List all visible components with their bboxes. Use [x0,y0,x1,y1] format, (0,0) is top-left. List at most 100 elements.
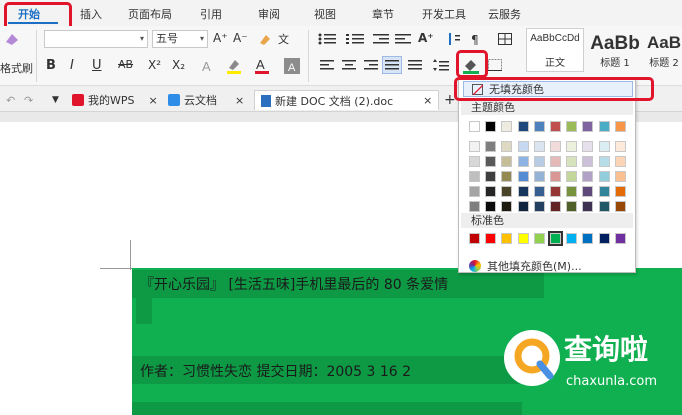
tab-page-layout[interactable]: 页面布局 [128,6,172,22]
theme-shade-swatch[interactable] [598,141,610,152]
theme-shade-swatch[interactable] [517,156,529,167]
close-icon[interactable]: × [235,94,244,107]
theme-shade-swatch[interactable] [485,156,497,167]
theme-shade-swatch[interactable] [501,186,513,197]
standard-color-swatch[interactable] [566,233,578,244]
theme-shade-swatch[interactable] [598,156,610,167]
tab-cloud-service[interactable]: 云服务 [488,6,521,22]
theme-shade-swatch[interactable] [582,141,594,152]
theme-shade-swatch[interactable] [566,201,578,212]
theme-shade-swatch[interactable] [598,201,610,212]
style-normal[interactable]: AaBbCcDd 正文 [526,28,584,72]
standard-color-swatch[interactable] [517,233,529,244]
theme-shade-swatch[interactable] [469,171,480,182]
table-icon[interactable] [496,32,514,46]
theme-shade-swatch[interactable] [598,171,610,182]
undo-icon[interactable]: ↶ [6,90,15,110]
theme-shade-swatch[interactable] [582,186,594,197]
tab-active-document[interactable]: 新建 DOC 文档 (2).doc × [254,90,440,110]
redo-icon[interactable]: ↷ [24,90,33,110]
tab-review[interactable]: 审阅 [258,6,280,22]
theme-shade-swatch[interactable] [469,141,480,152]
standard-color-swatch[interactable] [582,233,594,244]
theme-color-swatch[interactable] [533,121,545,132]
standard-color-swatch[interactable] [469,233,480,244]
standard-color-swatch[interactable] [548,231,563,246]
font-size-combo[interactable]: 五号 ▾ [152,30,208,48]
standard-color-swatch[interactable] [533,233,545,244]
theme-shade-swatch[interactable] [485,186,497,197]
increase-indent-icon[interactable] [394,32,412,46]
text-direction-button[interactable]: A⁺ [418,31,434,45]
format-painter-label[interactable]: 格式刷 [0,60,33,76]
decrease-indent-icon[interactable] [372,32,390,46]
standard-color-swatch[interactable] [485,233,497,244]
italic-button[interactable]: I [70,58,74,73]
theme-shade-swatch[interactable] [501,141,513,152]
theme-shade-swatch[interactable] [533,186,545,197]
theme-shade-swatch[interactable] [517,186,529,197]
theme-shade-swatch[interactable] [614,156,626,167]
theme-color-swatch[interactable] [517,121,529,132]
highlight-color-icon[interactable] [224,56,244,76]
numbered-list-icon[interactable] [344,32,368,46]
format-painter-icon[interactable] [2,32,22,46]
subscript-button[interactable]: X₂ [172,58,185,72]
underline-button[interactable]: U [92,58,102,73]
theme-shade-swatch[interactable] [550,141,561,152]
theme-shade-swatch[interactable] [485,201,497,212]
align-center-icon[interactable] [340,58,358,72]
tab-insert[interactable]: 插入 [80,6,102,22]
theme-shade-swatch[interactable] [598,186,610,197]
theme-shade-swatch[interactable] [485,171,497,182]
phonetic-guide-button[interactable]: 文 [278,31,289,47]
grow-font-button[interactable]: A⁺ [213,31,228,45]
theme-color-swatch[interactable] [485,121,497,132]
theme-shade-swatch[interactable] [533,201,545,212]
theme-color-swatch[interactable] [598,121,610,132]
justify-icon[interactable] [382,56,402,74]
font-color-icon[interactable]: A [252,56,272,76]
theme-shade-swatch[interactable] [582,156,594,167]
theme-color-swatch[interactable] [582,121,594,132]
more-fill-colors-option[interactable]: 其他填充颜色(M)... [469,258,582,274]
theme-shade-swatch[interactable] [469,201,480,212]
standard-color-swatch[interactable] [501,233,513,244]
distributed-align-icon[interactable] [406,58,424,72]
theme-shade-swatch[interactable] [469,156,480,167]
theme-shade-swatch[interactable] [566,156,578,167]
theme-shade-swatch[interactable] [533,141,545,152]
theme-shade-swatch[interactable] [485,141,497,152]
theme-shade-swatch[interactable] [501,156,513,167]
shrink-font-button[interactable]: A⁻ [233,31,248,45]
show-marks-icon[interactable]: ¶ [468,32,484,46]
char-shading-icon[interactable]: A [284,58,300,74]
theme-shade-swatch[interactable] [566,186,578,197]
theme-shade-swatch[interactable] [469,186,480,197]
theme-color-swatch[interactable] [501,121,513,132]
dropdown-icon[interactable]: ▼ [52,90,59,110]
tab-chapter[interactable]: 章节 [372,6,394,22]
close-icon[interactable]: × [149,94,158,107]
theme-color-swatch[interactable] [614,121,626,132]
borders-icon[interactable] [486,58,504,72]
theme-shade-swatch[interactable] [517,201,529,212]
theme-shade-swatch[interactable] [550,186,561,197]
theme-shade-swatch[interactable] [501,201,513,212]
theme-shade-swatch[interactable] [517,141,529,152]
clear-format-icon[interactable] [256,31,272,47]
theme-shade-swatch[interactable] [566,141,578,152]
tab-my-wps[interactable]: 我的WPS × [72,90,158,110]
strikethrough-button[interactable]: AB [118,58,133,71]
theme-color-swatch[interactable] [566,121,578,132]
theme-shade-swatch[interactable] [614,186,626,197]
theme-shade-swatch[interactable] [582,201,594,212]
font-name-combo[interactable]: ▾ [44,30,148,48]
theme-color-swatch[interactable] [469,121,480,132]
line-spacing-icon[interactable] [432,58,450,72]
theme-shade-swatch[interactable] [517,171,529,182]
theme-shade-swatch[interactable] [501,171,513,182]
theme-shade-swatch[interactable] [533,171,545,182]
theme-shade-swatch[interactable] [566,171,578,182]
theme-shade-swatch[interactable] [614,171,626,182]
